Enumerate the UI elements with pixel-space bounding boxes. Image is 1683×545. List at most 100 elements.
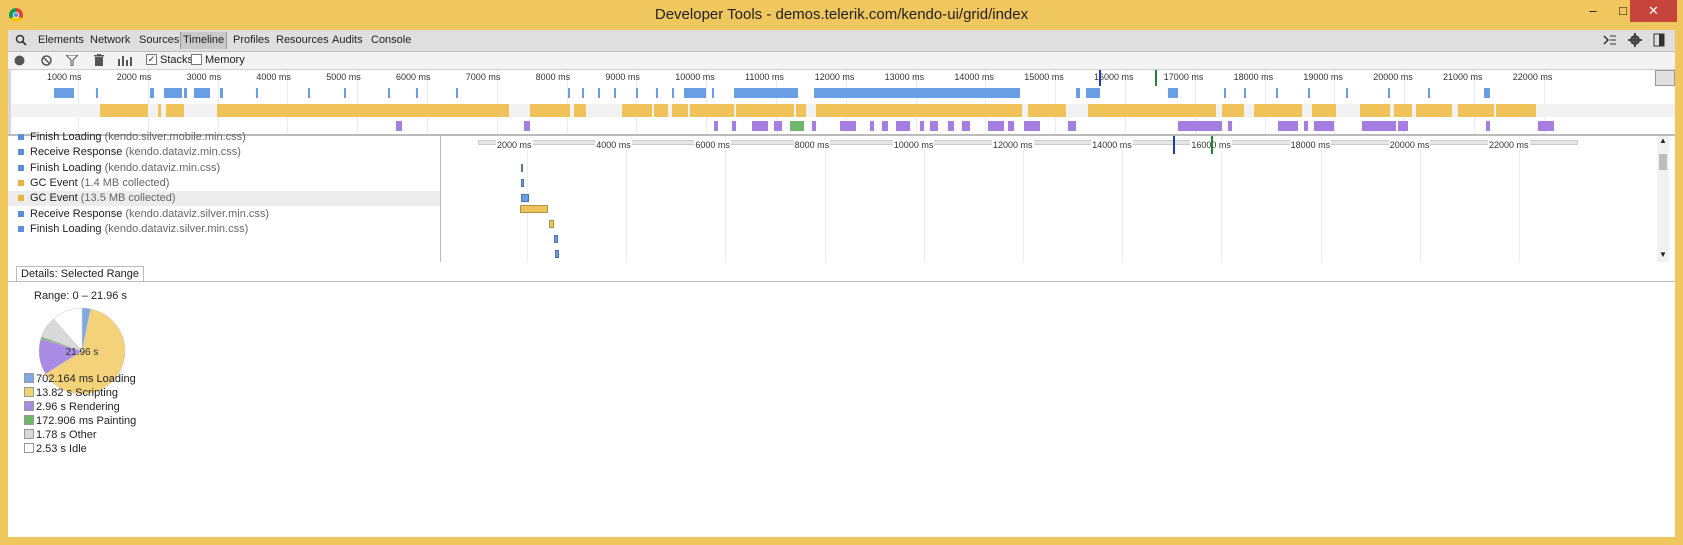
right-range-handle[interactable] [1655,70,1675,86]
tab-resources[interactable]: Resources [276,34,329,46]
legend-swatch [24,373,34,383]
record-detail: (kendo.dataviz.min.css) [125,146,241,159]
activity-segment [622,104,652,117]
devtools-frame: Elements Network Sources Timeline Profil… [8,30,1675,537]
detail-gridline [923,136,925,262]
record-bar[interactable] [521,194,529,202]
overview-ruler-label: 21000 ms [1443,72,1483,82]
scroll-up-icon[interactable]: ▲ [1659,136,1667,145]
scroll-down-icon[interactable]: ▼ [1659,250,1667,259]
record-row[interactable]: Finish Loading (kendo.dataviz.silver.min… [8,222,440,237]
record-row[interactable]: Finish Loading (kendo.silver.mobile.min.… [8,130,440,145]
console-drawer-icon[interactable] [1603,34,1617,46]
detail-ruler-label: 22000 ms [1488,140,1530,150]
record-bar[interactable] [555,250,559,258]
search-icon[interactable] [15,34,27,46]
activity-segment [1416,104,1452,117]
activity-segment [736,104,794,117]
record-bar[interactable] [521,179,524,187]
details-divider [8,281,1675,282]
dom-content-loaded-marker [1099,70,1101,86]
activity-segment [54,88,74,98]
records-scrollbar[interactable]: ▲ ▼ [1657,136,1669,262]
activity-segment [882,121,888,131]
activity-segment [1458,104,1494,117]
tab-elements[interactable]: Elements [38,34,84,46]
overview-ruler-label: 13000 ms [884,72,925,82]
close-button[interactable]: ✕ [1630,0,1677,22]
legend-label: 1.78 s Other [36,429,97,441]
record-icon[interactable] [14,55,25,66]
tab-network[interactable]: Network [90,34,130,46]
legend-label: 2.96 s Rendering [36,401,120,413]
tab-timeline[interactable]: Timeline [180,32,228,49]
record-row[interactable]: GC Event (13.5 MB collected) [8,191,440,207]
record-bar[interactable] [521,164,523,172]
filter-icon[interactable] [66,55,78,66]
activity-segment [164,88,182,98]
scrollbar-thumb[interactable] [1659,154,1667,170]
activity-segment [96,88,98,98]
bar-chart-icon[interactable] [117,54,133,66]
record-row[interactable]: Receive Response (kendo.dataviz.min.css) [8,145,440,160]
records-panel: Finish Loading (kendo.silver.mobile.min.… [8,131,1675,262]
tab-sources[interactable]: Sources [139,34,179,46]
activity-segment [388,88,390,98]
activity-segment [1362,121,1396,131]
left-range-handle[interactable] [8,70,11,134]
memory-checkbox[interactable] [191,54,202,65]
record-bar[interactable] [554,235,558,243]
activity-segment [1076,88,1080,98]
activity-segment [220,88,223,98]
activity-segment [790,121,804,131]
overview-ruler-label: 1000 ms [47,72,82,82]
record-row[interactable]: Finish Loading (kendo.dataviz.min.css) [8,161,440,176]
timeline-toolbar: ✓ Stacks Memory [8,52,1675,70]
record-color-swatch [18,134,24,140]
tab-audits[interactable]: Audits [332,34,363,46]
legend-item: 13.82 s Scripting [24,387,118,399]
activity-segment [1228,121,1232,131]
activity-segment [1496,104,1536,117]
record-bar[interactable] [520,205,548,213]
detail-ruler-label: 12000 ms [992,140,1034,150]
activity-segment [1428,88,1430,98]
legend-item: 2.96 s Rendering [24,401,120,413]
minimize-button[interactable]: – [1578,0,1608,22]
window-title: Developer Tools - demos.telerik.com/kend… [654,6,1029,23]
detail-ruler-label: 2000 ms [496,140,533,150]
stacks-checkbox[interactable]: ✓ [146,54,157,65]
load-event-marker [1211,136,1213,154]
dock-side-icon[interactable] [1653,33,1665,47]
record-bar[interactable] [549,220,554,228]
record-name: Receive Response [30,207,126,220]
gear-icon[interactable] [1628,33,1642,47]
memory-label: Memory [205,54,245,66]
record-color-swatch [18,195,24,202]
tab-console[interactable]: Console [371,34,411,46]
tab-profiles[interactable]: Profiles [233,34,270,46]
pie-center-label: 21.96 s [66,347,99,358]
activity-segment [1360,104,1390,117]
activity-segment [988,121,1004,131]
detail-ruler-label: 18000 ms [1289,140,1332,150]
legend-label: 172.906 ms Painting [36,415,137,427]
activity-segment [814,88,1020,98]
clear-icon[interactable] [41,55,52,66]
record-row[interactable]: Receive Response (kendo.dataviz.silver.m… [8,207,440,222]
record-detail: (kendo.dataviz.silver.min.css) [125,207,270,220]
trash-icon[interactable] [94,54,104,66]
detail-ruler-label: 14000 ms [1091,140,1133,150]
record-color-swatch [18,179,24,186]
record-row[interactable]: GC Event (1.4 MB collected) [8,176,440,191]
details-tab[interactable]: Details: Selected Range [16,266,145,282]
legend-label: 702.164 ms Loading [36,373,136,385]
timeline-overview[interactable]: 1000 ms 2000 ms 3000 ms 4000 ms 5000 ms 6000 … [8,70,1675,134]
activity-segment [574,104,586,117]
detail-gridline [1320,136,1322,262]
overview-ruler-label: 3000 ms [186,72,222,82]
activity-segment [1394,104,1412,117]
activity-segment [734,88,798,98]
activity-segment [1222,104,1244,117]
activity-segment [1538,121,1554,131]
